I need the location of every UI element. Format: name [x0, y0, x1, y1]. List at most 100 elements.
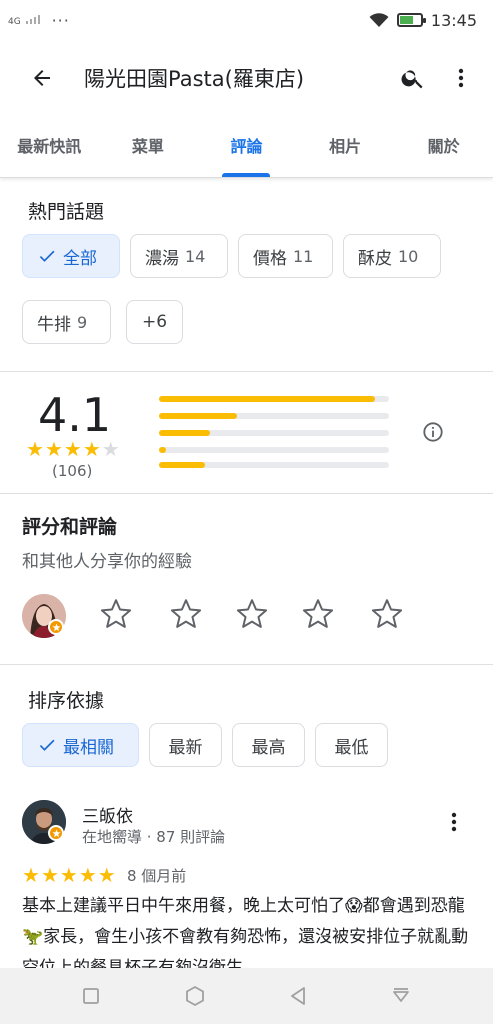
battery-icon — [396, 13, 426, 27]
review-date: 8 個月前 — [127, 867, 187, 885]
back-nav-icon[interactable] — [289, 986, 307, 1006]
sort-chip-lowest[interactable]: 最低 — [315, 723, 388, 767]
chip-label: 最相關 — [63, 737, 114, 758]
chip-label: 濃湯 — [145, 248, 179, 269]
star-filled-icon: ★ — [78, 863, 97, 887]
star-empty-icon: ★ — [101, 437, 120, 461]
star-filled-icon: ★ — [40, 863, 59, 887]
network-indicator: 4G — [8, 14, 40, 27]
distribution-bar-fill — [159, 462, 205, 468]
chip-count: 9 — [77, 312, 88, 332]
arrow-back-icon — [34, 70, 50, 86]
distribution-bar — [159, 462, 389, 468]
tab-photos[interactable]: 相片 — [296, 112, 395, 177]
chip-count: 14 — [185, 246, 206, 266]
back-button[interactable] — [12, 66, 72, 90]
tab-about[interactable]: 關於 — [394, 112, 493, 177]
topic-chip-all[interactable]: 全部 — [22, 234, 120, 278]
check-icon — [39, 739, 55, 751]
check-icon — [39, 250, 55, 262]
tab-reviews[interactable]: 評論 — [197, 112, 296, 177]
rating-count: (106) — [52, 462, 93, 480]
chip-count: 11 — [293, 246, 314, 266]
distribution-bar-fill — [159, 430, 210, 436]
notification-pull-icon[interactable] — [391, 987, 411, 1005]
status-right: 13:45 — [369, 11, 477, 30]
search-button[interactable] — [389, 65, 437, 91]
sort-chip-relevant[interactable]: 最相關 — [22, 723, 139, 767]
divider — [0, 493, 493, 494]
star-filled-icon: ★ — [26, 437, 44, 461]
distribution-bar-fill — [159, 396, 376, 402]
recents-icon[interactable] — [82, 987, 100, 1005]
app-bar: 陽光田園Pasta(羅東店) — [0, 48, 493, 108]
star-filled-icon: ★ — [22, 863, 40, 887]
chip-label: 酥皮 — [358, 248, 392, 269]
sort-chip-highest[interactable]: 最高 — [232, 723, 305, 767]
topic-chip[interactable]: 牛排 9 — [22, 300, 111, 344]
topic-chip[interactable]: 酥皮 10 — [343, 234, 441, 278]
more-options-button[interactable] — [437, 66, 485, 90]
star-filled-icon: ★ — [97, 863, 116, 887]
rate-star-5-icon[interactable] — [369, 596, 405, 636]
review-stars: ★ ★ ★ ★ ★ — [22, 865, 116, 885]
info-icon — [423, 422, 443, 442]
search-icon — [401, 70, 423, 89]
distribution-bar — [159, 396, 389, 402]
network-label: 4G — [8, 16, 21, 27]
chip-label: 最新 — [168, 737, 203, 758]
rate-star-4-icon[interactable] — [300, 596, 336, 636]
topic-chip[interactable]: 濃湯 14 — [130, 234, 228, 278]
status-time: 13:45 — [430, 10, 477, 30]
topic-chip[interactable]: 價格 11 — [238, 234, 333, 278]
rate-review-title: 評分和評論 — [22, 516, 118, 538]
distribution-bar-fill — [159, 447, 166, 453]
star-filled-icon: ★ — [82, 437, 101, 461]
star-filled-icon: ★ — [59, 863, 78, 887]
chip-label: +6 — [141, 312, 168, 332]
topic-chip-more[interactable]: +6 — [126, 300, 183, 344]
reviewer-meta: 在地嚮導 · 87 則評論 — [82, 828, 226, 846]
average-stars: ★ ★ ★ ★ ★ — [26, 439, 120, 459]
divider — [0, 664, 493, 665]
system-nav-bar — [0, 968, 493, 1024]
chip-label: 全部 — [63, 248, 97, 269]
topics-title: 熱門話題 — [28, 201, 105, 223]
tab-updates[interactable]: 最新快訊 — [0, 112, 99, 177]
distribution-bar-fill — [159, 413, 238, 419]
chip-label: 最高 — [251, 737, 286, 758]
status-bar: 4G ··· 13:45 — [0, 0, 493, 40]
chip-label: 牛排 — [37, 314, 71, 335]
review-options-button[interactable] — [443, 810, 465, 838]
sort-chip-newest[interactable]: 最新 — [149, 723, 222, 767]
distribution-bar — [159, 447, 389, 453]
reviewer-name[interactable]: 三皈依 — [82, 802, 133, 827]
local-guide-badge-icon — [48, 619, 64, 635]
rate-star-2-icon[interactable] — [168, 596, 204, 636]
more-vert-icon — [458, 68, 464, 88]
tab-bar: 最新快訊 菜單 評論 相片 關於 — [0, 112, 493, 178]
info-button[interactable] — [422, 421, 444, 447]
rate-star-3-icon[interactable] — [234, 596, 270, 636]
chip-label: 價格 — [253, 248, 287, 269]
distribution-bar — [159, 413, 389, 419]
chip-label: 最低 — [334, 737, 369, 758]
more-notifications: ··· — [51, 10, 70, 30]
divider — [0, 371, 493, 372]
rate-star-1-icon[interactable] — [98, 596, 134, 636]
star-filled-icon: ★ — [44, 437, 63, 461]
tab-menu[interactable]: 菜單 — [99, 112, 198, 177]
distribution-bar — [159, 430, 389, 436]
local-guide-badge-icon — [48, 825, 64, 841]
wifi-icon — [369, 13, 389, 27]
more-vert-icon — [451, 812, 457, 832]
average-rating: 4.1 — [38, 388, 112, 442]
home-icon[interactable] — [184, 985, 206, 1007]
status-left: 4G ··· — [8, 11, 70, 30]
page-title: 陽光田園Pasta(羅東店) — [84, 67, 305, 91]
chip-count: 10 — [398, 246, 419, 266]
rate-review-subtitle: 和其他人分享你的經驗 — [22, 552, 192, 572]
sort-title: 排序依據 — [28, 690, 105, 712]
star-filled-icon: ★ — [63, 437, 82, 461]
signal-icon — [25, 14, 40, 24]
